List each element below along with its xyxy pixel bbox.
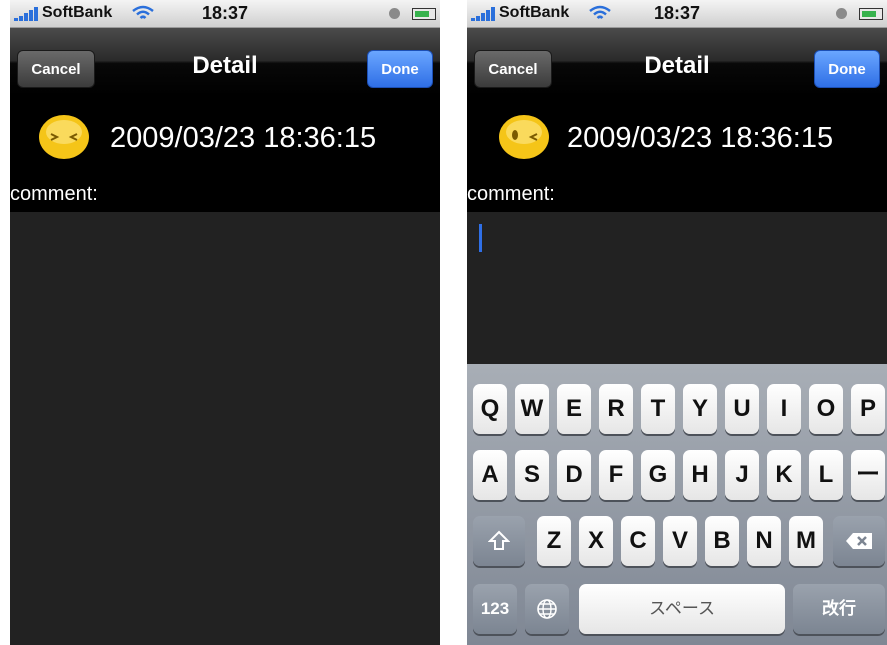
alarm-icon	[389, 8, 400, 19]
status-time: 18:37	[201, 3, 249, 23]
comment-textarea[interactable]	[10, 212, 440, 645]
key-v[interactable]: V	[663, 516, 697, 566]
return-key[interactable]: 改行	[793, 584, 885, 634]
phone-screen-left: SoftBank 18:37 Cancel Detail Done 2009/0…	[10, 0, 440, 645]
entry-header: 2009/03/23 18:36:15	[10, 106, 440, 168]
key-z[interactable]: Z	[537, 516, 571, 566]
status-bar: SoftBank 18:37	[10, 0, 440, 28]
key-long-vowel[interactable]: ー	[851, 450, 885, 500]
key-y[interactable]: Y	[683, 384, 717, 434]
numbers-key[interactable]: 123	[473, 584, 517, 634]
entry-header: 2009/03/23 18:36:15	[467, 106, 887, 168]
key-k[interactable]: K	[767, 450, 801, 500]
keyboard: Q W E R T Y U I O P A S D F G H J K L ー …	[467, 364, 887, 645]
navigation-bar: Cancel Detail Done	[10, 28, 440, 96]
phone-screen-right: SoftBank 18:37 Cancel Detail Done 2009/0…	[467, 0, 887, 645]
done-button[interactable]: Done	[814, 50, 880, 88]
battery-icon	[859, 8, 883, 20]
text-cursor	[479, 224, 482, 252]
status-time: 18:37	[653, 3, 701, 23]
comment-label: comment:	[467, 183, 555, 205]
key-s[interactable]: S	[515, 450, 549, 500]
entry-timestamp: 2009/03/23 18:36:15	[110, 122, 377, 154]
comment-textarea[interactable]	[467, 212, 887, 364]
key-h[interactable]: H	[683, 450, 717, 500]
backspace-key[interactable]	[833, 516, 885, 566]
space-key[interactable]: スペース	[579, 584, 785, 634]
key-a[interactable]: A	[473, 450, 507, 500]
key-o[interactable]: O	[809, 384, 843, 434]
key-g[interactable]: G	[641, 450, 675, 500]
done-button[interactable]: Done	[367, 50, 433, 88]
comment-label: comment:	[10, 183, 98, 205]
shift-icon	[487, 530, 511, 550]
alarm-icon	[836, 8, 847, 19]
key-u[interactable]: U	[725, 384, 759, 434]
shift-key[interactable]	[473, 516, 525, 566]
globe-key[interactable]	[525, 584, 569, 634]
key-i[interactable]: I	[767, 384, 801, 434]
key-t[interactable]: T	[641, 384, 675, 434]
key-j[interactable]: J	[725, 450, 759, 500]
key-e[interactable]: E	[557, 384, 591, 434]
entry-timestamp: 2009/03/23 18:36:15	[567, 122, 834, 154]
smiley-squint-icon	[39, 115, 89, 159]
key-n[interactable]: N	[747, 516, 781, 566]
key-d[interactable]: D	[557, 450, 591, 500]
key-c[interactable]: C	[621, 516, 655, 566]
battery-icon	[412, 8, 436, 20]
status-bar: SoftBank 18:37	[467, 0, 887, 28]
key-q[interactable]: Q	[473, 384, 507, 434]
smiley-wink-icon	[499, 115, 549, 159]
key-f[interactable]: F	[599, 450, 633, 500]
key-w[interactable]: W	[515, 384, 549, 434]
key-p[interactable]: P	[851, 384, 885, 434]
key-m[interactable]: M	[789, 516, 823, 566]
key-r[interactable]: R	[599, 384, 633, 434]
key-b[interactable]: B	[705, 516, 739, 566]
key-x[interactable]: X	[579, 516, 613, 566]
globe-icon	[537, 599, 557, 619]
backspace-icon	[846, 533, 872, 549]
navigation-bar: Cancel Detail Done	[467, 28, 887, 96]
key-l[interactable]: L	[809, 450, 843, 500]
